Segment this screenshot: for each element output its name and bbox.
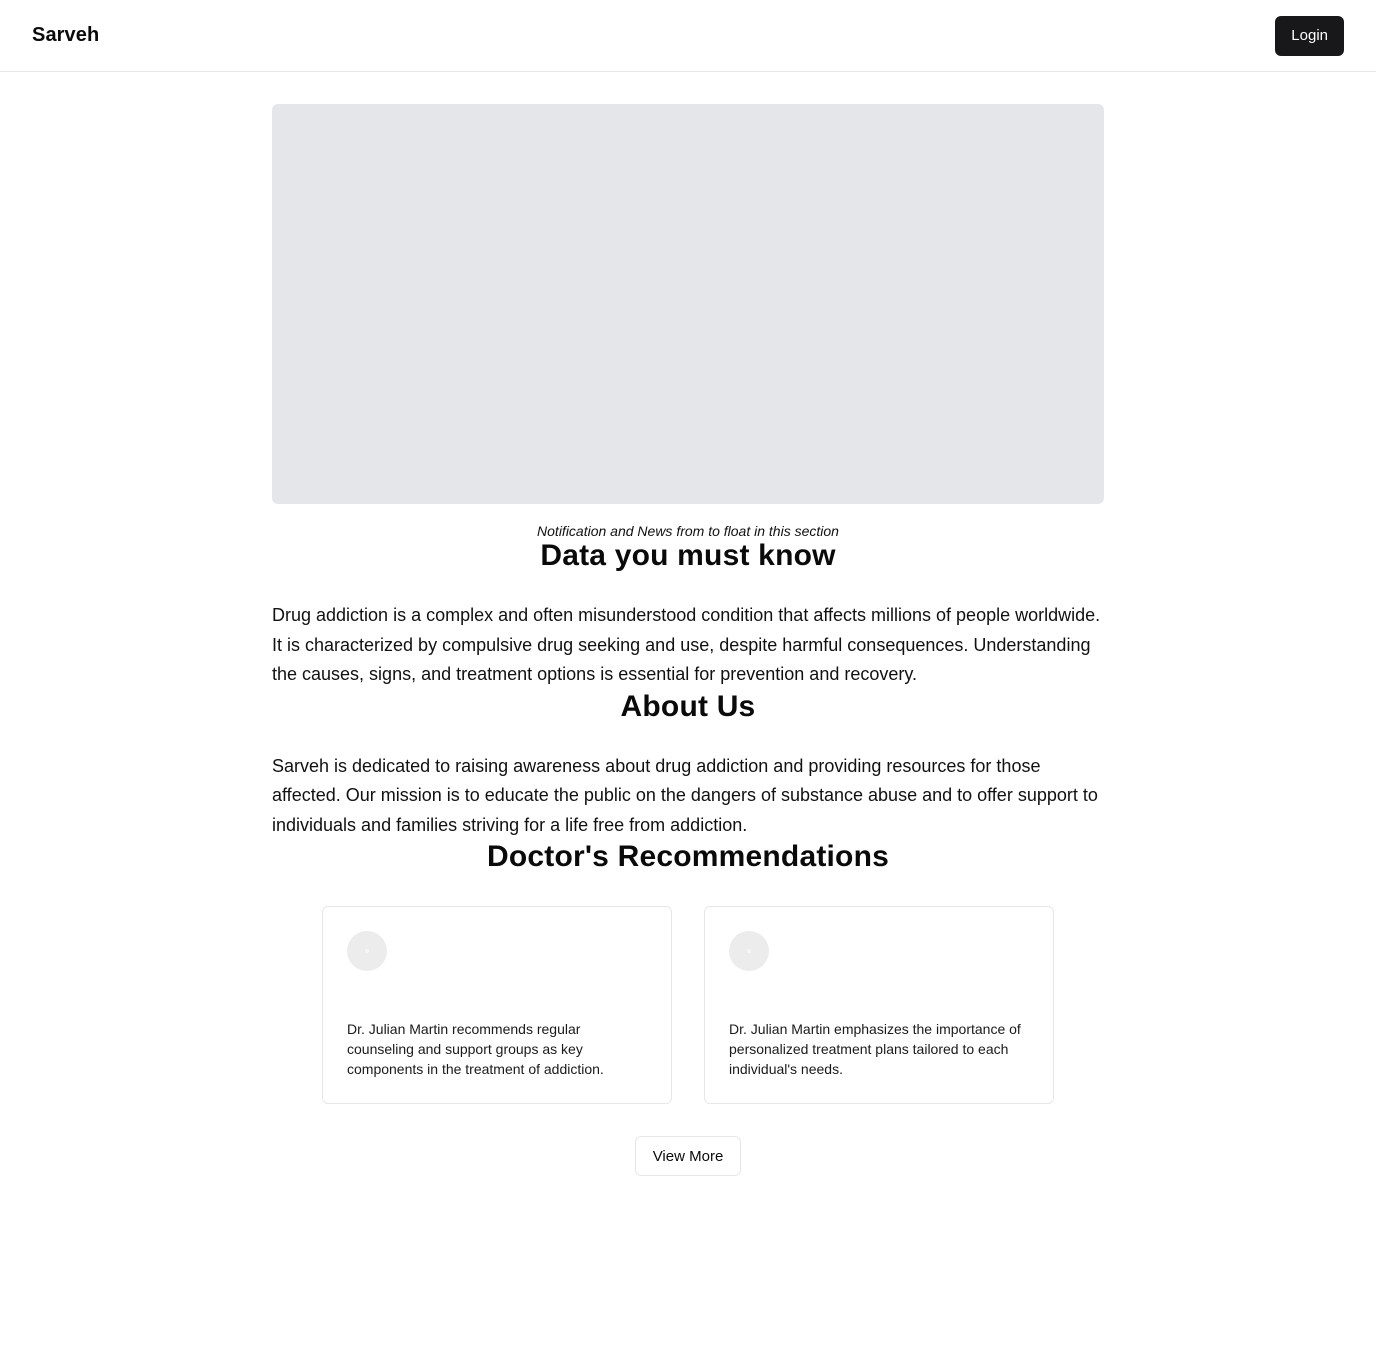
about-section-text: Sarveh is dedicated to raising awareness… [272,755,1098,835]
avatar [347,931,387,971]
login-button[interactable]: Login [1275,15,1344,56]
recommendation-card: Dr. Julian Martin emphasizes the importa… [704,906,1054,1104]
avatar [729,931,769,971]
view-more-container: View More [272,1136,1104,1176]
data-section-text: Drug addiction is a complex and often mi… [272,605,1101,684]
about-section-title: About Us [620,689,756,723]
recommendation-card: Dr. Julian Martin recommends regular cou… [322,906,672,1104]
recommendation-text: Dr. Julian Martin emphasizes the importa… [729,1021,1021,1077]
recommendation-cards: Dr. Julian Martin recommends regular cou… [272,906,1104,1104]
site-header: Sarveh Login [0,0,1376,72]
hero-caption: Notification and News from to float in t… [537,523,839,539]
recommendations-title: Doctor's Recommendations [486,840,889,873]
data-section-title: Data you must know [540,539,836,572]
view-more-button[interactable]: View More [634,1136,742,1176]
main-content: Notification and News from to float in t… [272,72,1104,1176]
recommendation-text: Dr. Julian Martin recommends regular cou… [347,1021,604,1077]
brand-logo[interactable]: Sarveh [32,24,99,47]
news-placeholder-image [272,104,1104,504]
